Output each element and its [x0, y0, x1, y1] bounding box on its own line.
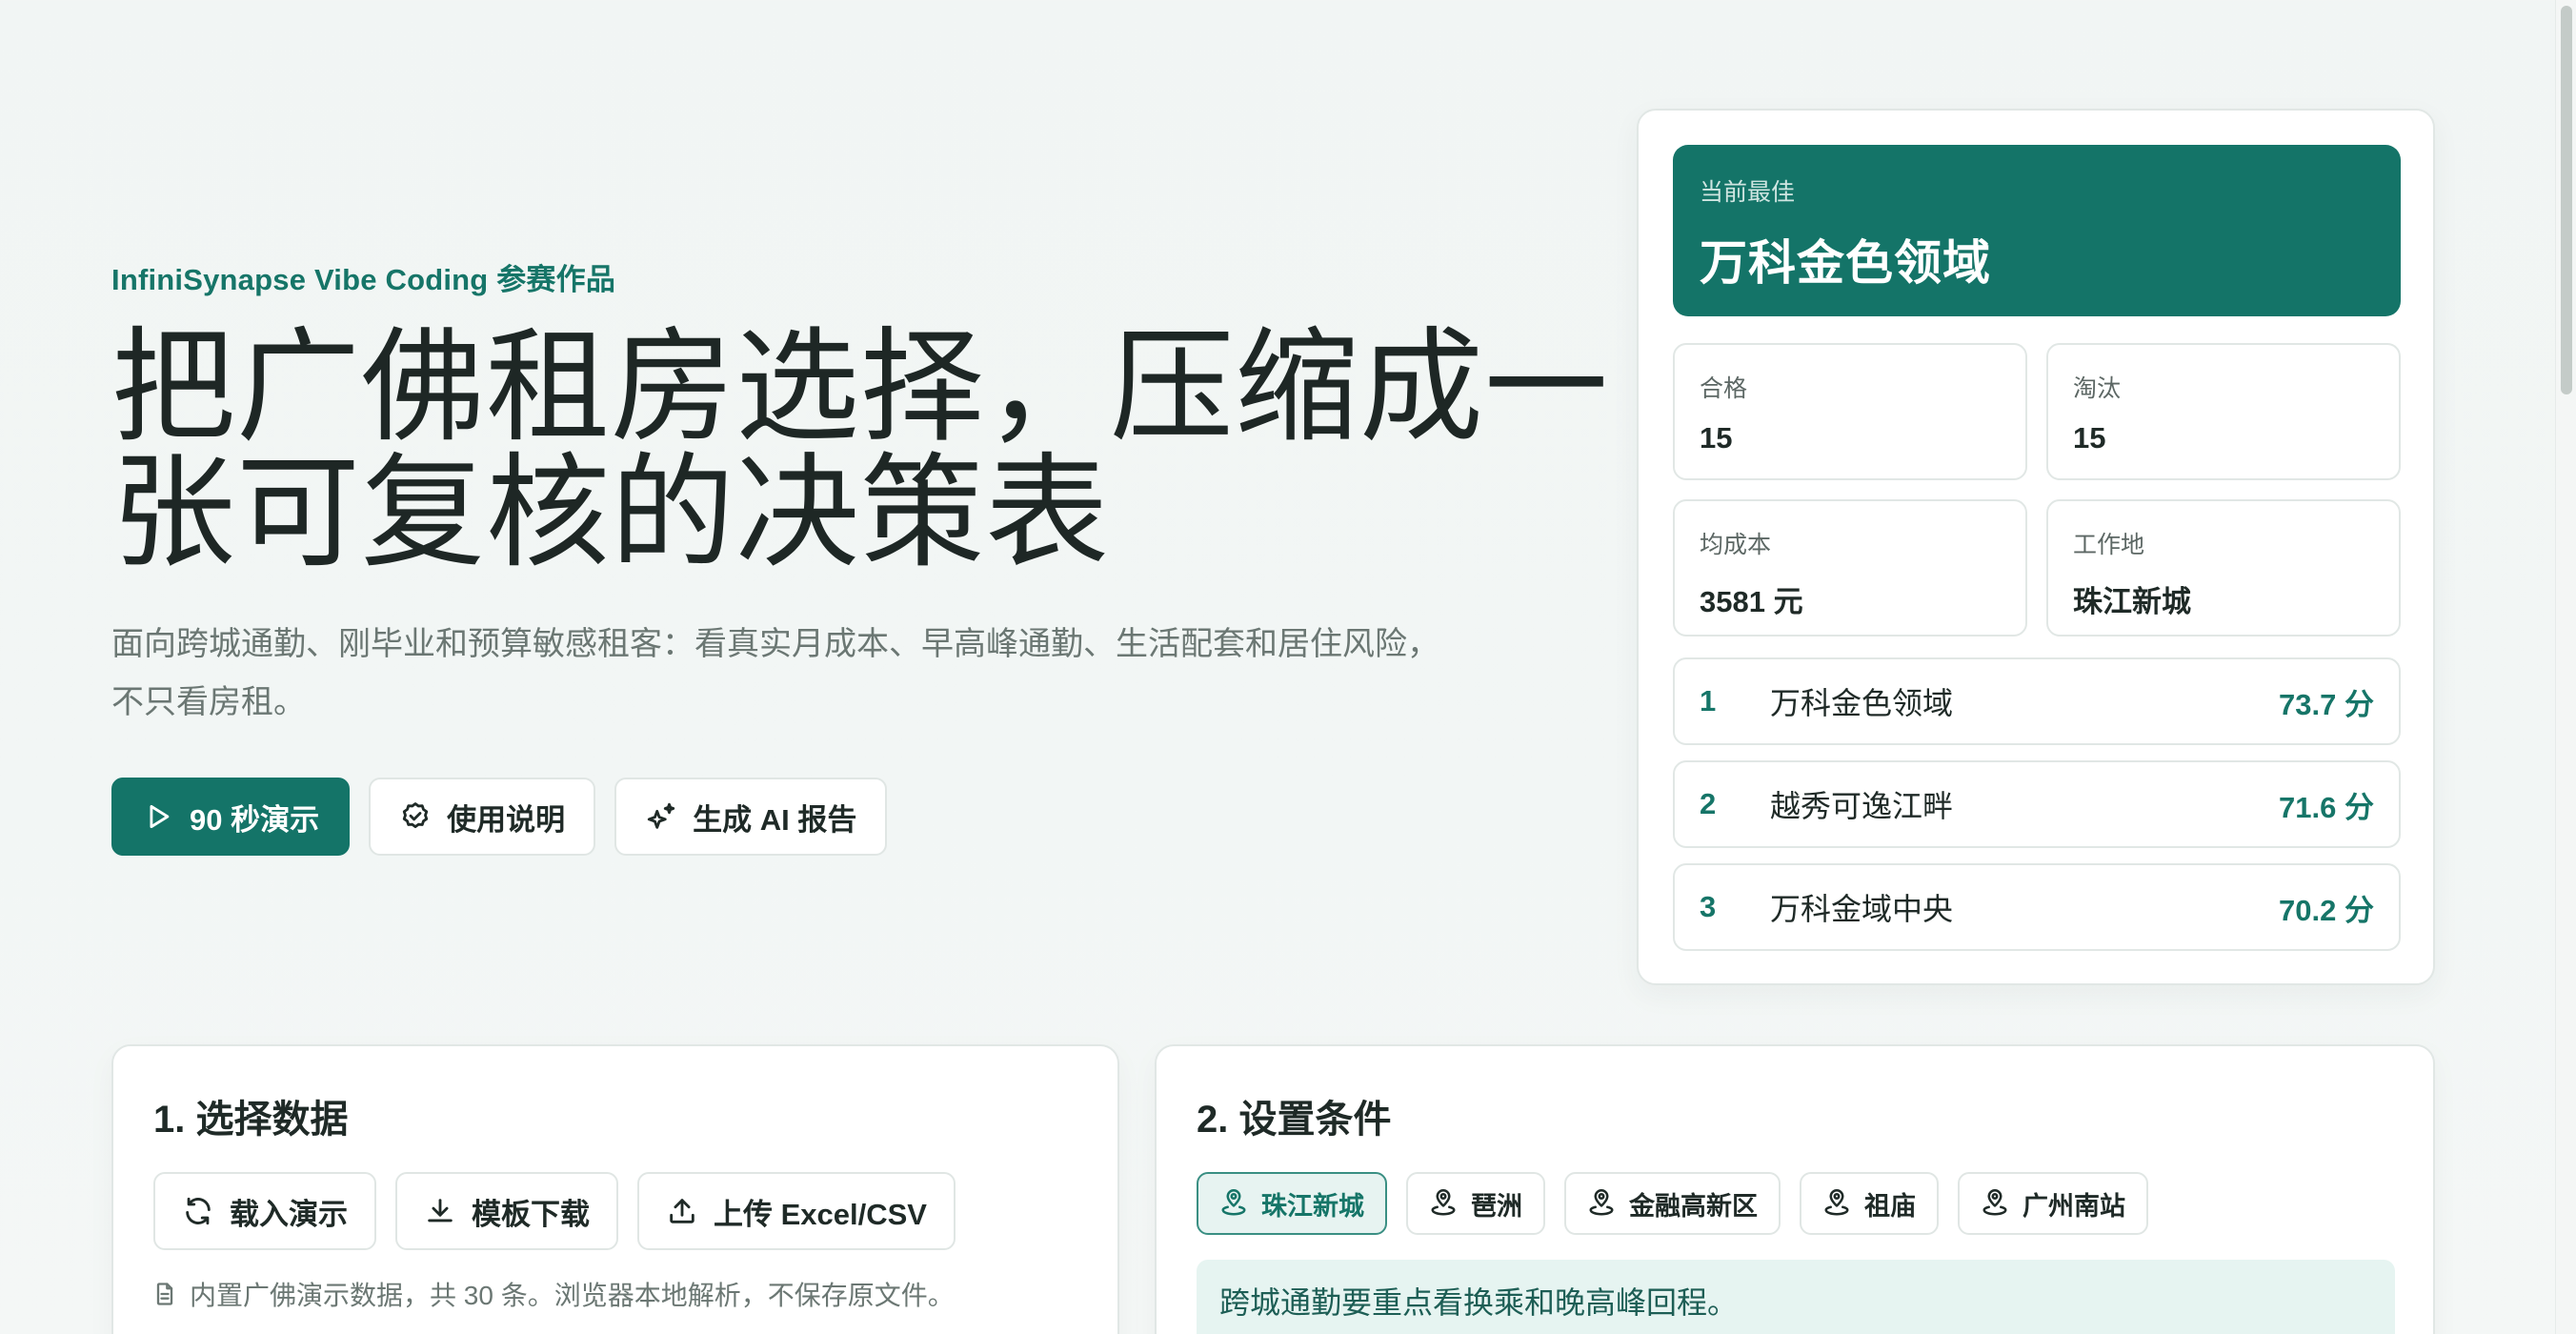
location-chip-finance-hightech[interactable]: 金融高新区	[1564, 1172, 1781, 1235]
stat-workplace-label: 工作地	[2073, 532, 2145, 558]
location-chip-label: 金融高新区	[1629, 1191, 1758, 1221]
location-chip-pazhou[interactable]: 琶洲	[1406, 1172, 1545, 1235]
file-icon	[156, 1283, 173, 1305]
ai-report-button-label: 生成 AI 报告	[693, 802, 857, 837]
location-chip-zumiao[interactable]: 祖庙	[1800, 1172, 1939, 1235]
map-pin-icon	[1221, 1189, 1246, 1216]
stat-avg-cost: 均成本 3581 元	[1673, 499, 2027, 637]
refresh-icon	[186, 1197, 211, 1225]
sparkles-icon	[647, 802, 675, 829]
scrollbar-thumb[interactable]	[2561, 6, 2572, 394]
demo-button-label: 90 秒演示	[190, 802, 320, 837]
summary-card: 当前最佳 万科金色领域 合格 15 淘汰 15 均成本 3581 元 工作地 珠…	[1637, 109, 2435, 985]
template-download-button[interactable]: 模板下载	[395, 1172, 618, 1250]
stat-qualified: 合格 15	[1673, 343, 2027, 480]
ranking-number: 1	[1700, 684, 1717, 718]
stat-avg-cost-value: 3581 元	[1700, 585, 1803, 618]
location-chip-guangzhou-south[interactable]: 广州南站	[1958, 1172, 2148, 1235]
stat-eliminated-label: 淘汰	[2073, 375, 2122, 402]
ai-report-button[interactable]: 生成 AI 报告	[614, 778, 888, 856]
template-download-label: 模板下载	[472, 1197, 590, 1231]
ranking-row[interactable]: 1 万科金色领域 73.7 分	[1673, 657, 2401, 745]
badge-check-icon	[402, 802, 429, 829]
stat-avg-cost-label: 均成本	[1700, 532, 1772, 558]
map-pin-icon	[1431, 1189, 1456, 1216]
map-pin-icon	[1982, 1189, 2007, 1216]
best-option-label: 当前最佳	[1700, 179, 1796, 206]
ranking-number: 3	[1700, 890, 1717, 923]
ranking-score: 73.7 分	[2279, 687, 2374, 721]
load-demo-button[interactable]: 载入演示	[153, 1172, 376, 1250]
guide-button-label: 使用说明	[447, 802, 566, 837]
stat-workplace: 工作地 珠江新城	[2046, 499, 2401, 637]
stat-eliminated: 淘汰 15	[2046, 343, 2401, 480]
location-chip-label: 琶洲	[1471, 1191, 1522, 1221]
commute-tip: 跨城通勤要重点看换乘和晚高峰回程。	[1197, 1260, 2395, 1334]
guide-button[interactable]: 使用说明	[369, 778, 596, 856]
best-option-banner: 当前最佳 万科金色领域	[1673, 145, 2401, 316]
hero-section: InfiniSynapse Vibe Coding 参赛作品 把广佛租房选择，压…	[111, 257, 1610, 856]
ranking-row[interactable]: 2 越秀可逸江畔 71.6 分	[1673, 760, 2401, 848]
location-chip-label: 祖庙	[1864, 1191, 1916, 1221]
hero-actions: 90 秒演示 使用说明 生成 AI 报告	[111, 778, 1598, 856]
load-demo-label: 载入演示	[230, 1197, 348, 1231]
ranking-score: 70.2 分	[2279, 893, 2374, 927]
download-icon	[428, 1199, 453, 1223]
map-pin-icon	[1824, 1189, 1849, 1216]
ranking-name: 万科金色领域	[1770, 686, 1954, 720]
ranking-name: 万科金域中央	[1770, 892, 1954, 926]
upload-label: 上传 Excel/CSV	[714, 1197, 927, 1231]
location-chip-label: 珠江新城	[1261, 1191, 1364, 1221]
page-scrollbar[interactable]	[2555, 0, 2576, 1334]
ranking-score: 71.6 分	[2279, 790, 2374, 824]
hero-description: 面向跨城通勤、刚毕业和预算敏感租客：看真实月成本、早高峰通勤、生活配套和居住风险…	[111, 626, 1439, 720]
data-note: 内置广佛演示数据，共 30 条。浏览器本地解析，不保存原文件。	[151, 1275, 955, 1313]
stat-qualified-label: 合格	[1700, 375, 1748, 402]
hero-eyebrow: InfiniSynapse Vibe Coding 参赛作品	[111, 263, 616, 296]
stat-qualified-value: 15	[1700, 421, 1733, 455]
hero-title-line-1: 把广佛租房选择，压缩成一	[111, 317, 1610, 456]
ranking-number: 2	[1700, 787, 1717, 820]
best-option-name: 万科金色领域	[1700, 236, 1991, 290]
hero-title-line-2: 张可复核的决策表	[111, 443, 1111, 582]
location-chip-label: 广州南站	[2023, 1191, 2125, 1221]
data-note-text: 内置广佛演示数据，共 30 条。浏览器本地解析，不保存原文件。	[190, 1281, 955, 1310]
conditions-panel-title: 2. 设置条件	[1197, 1099, 1392, 1141]
upload-button[interactable]: 上传 Excel/CSV	[637, 1172, 956, 1250]
conditions-panel: 2. 设置条件 珠江新城 琶洲 金融高新区 祖庙 广州南站 跨城通勤要重点看换乘…	[1155, 1044, 2435, 1334]
data-panel-title: 1. 选择数据	[153, 1099, 349, 1141]
stat-workplace-value: 珠江新城	[2073, 585, 2191, 618]
workplace-chips: 珠江新城 琶洲 金融高新区 祖庙 广州南站	[1197, 1172, 2148, 1235]
hero-title: 把广佛租房选择，压缩成一 张可复核的决策表	[111, 317, 1610, 582]
demo-button[interactable]: 90 秒演示	[111, 778, 351, 856]
location-chip-zhujiang-new-town[interactable]: 珠江新城	[1197, 1172, 1387, 1235]
map-pin-icon	[1589, 1189, 1614, 1216]
ranking-name: 越秀可逸江畔	[1770, 789, 1954, 823]
upload-icon	[670, 1199, 694, 1223]
data-actions: 载入演示 模板下载 上传 Excel/CSV	[153, 1172, 956, 1250]
stat-eliminated-value: 15	[2073, 421, 2106, 455]
play-icon	[150, 804, 170, 829]
ranking-row[interactable]: 3 万科金域中央 70.2 分	[1673, 863, 2401, 951]
